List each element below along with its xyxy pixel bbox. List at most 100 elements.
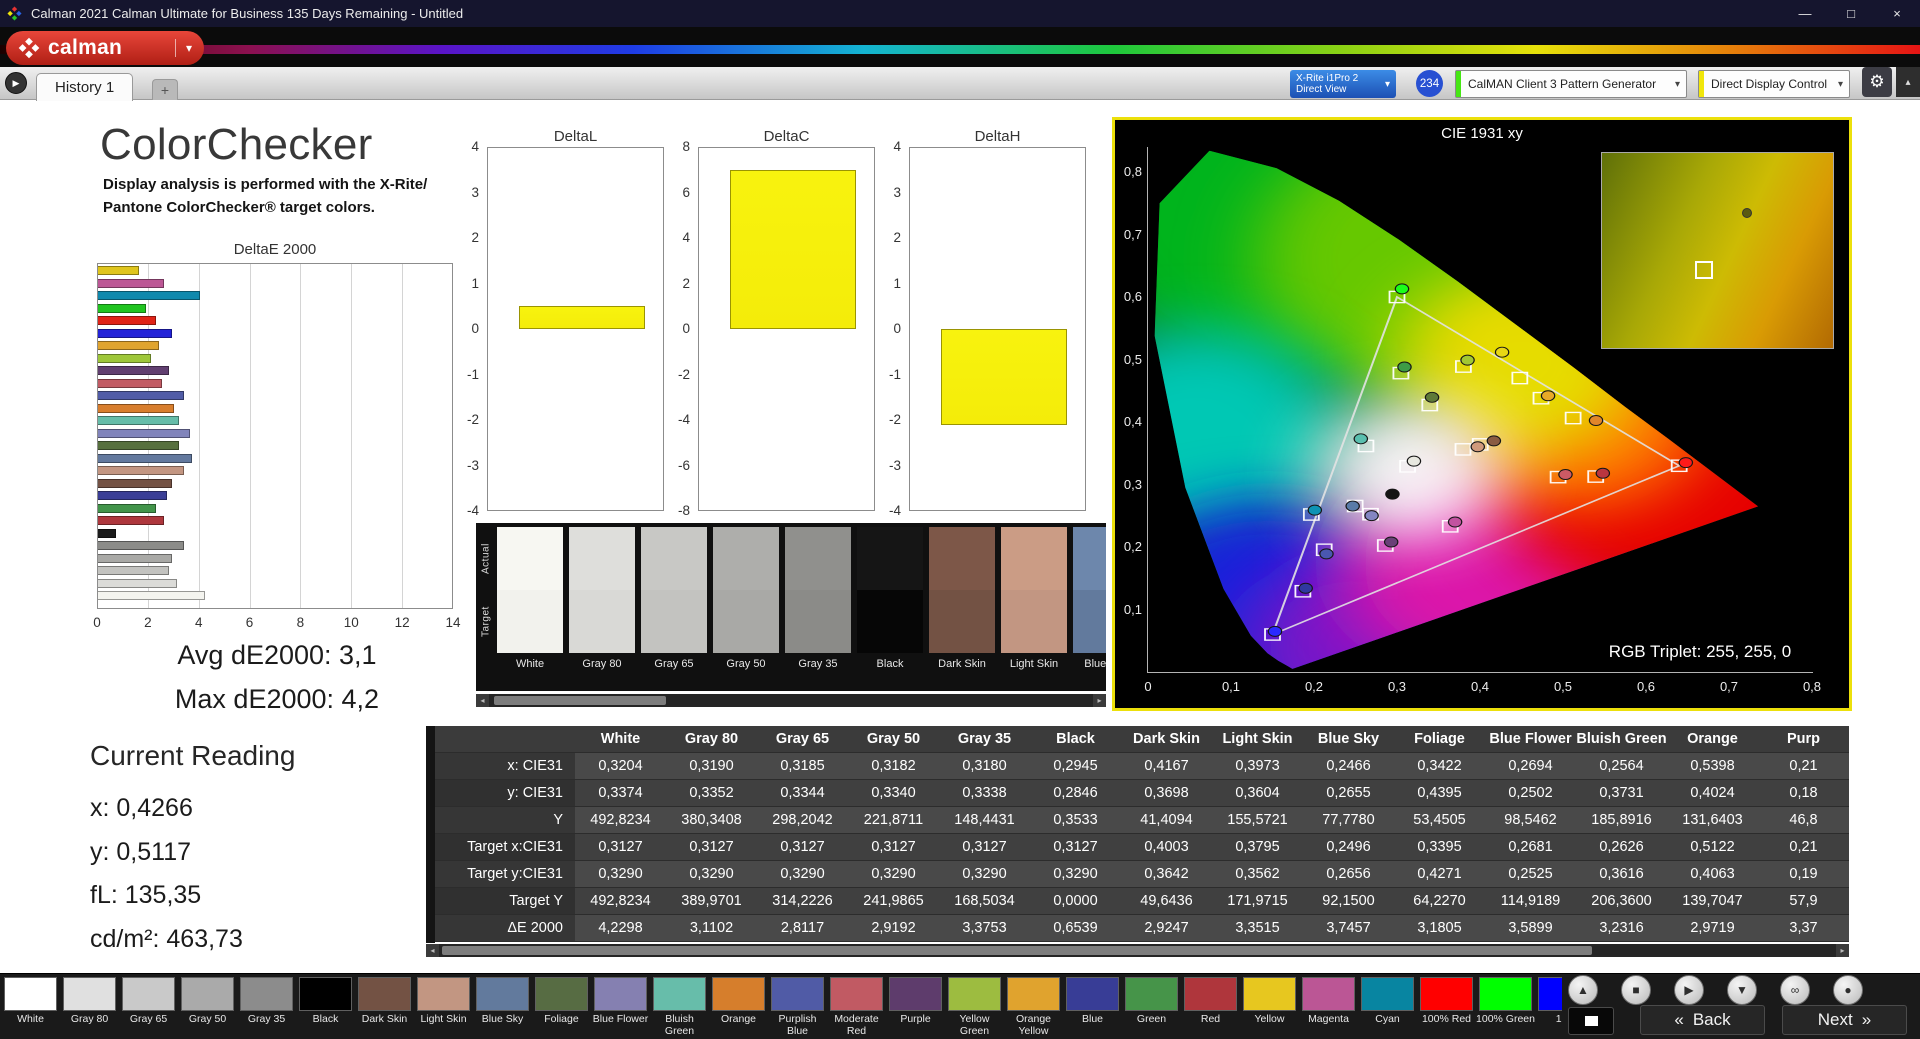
- measurement-table: White Gray 80 Gray 65 Gray 50 Gray 35 Black Da…: [435, 726, 1849, 942]
- add-tab-button[interactable]: +: [152, 79, 178, 100]
- pattern-swatch[interactable]: [1302, 977, 1355, 1011]
- pattern-swatch-label: Yellow: [1254, 1014, 1285, 1025]
- swatch-label: Blue Sky: [1084, 658, 1106, 670]
- table-cell: 64,2270: [1394, 888, 1485, 915]
- scroll-right-icon[interactable]: ▸: [1836, 944, 1849, 957]
- pattern-swatch[interactable]: [299, 977, 352, 1011]
- reading-fl: fL: 135,35: [90, 881, 202, 909]
- pattern-window-icon: [1584, 1016, 1598, 1026]
- pattern-swatch-label: Yellow Green: [959, 1014, 990, 1037]
- deltae-x-tick: 8: [296, 615, 305, 630]
- table-cell: 314,2226: [757, 888, 848, 915]
- pattern-swatch[interactable]: [1538, 977, 1562, 1011]
- table-cell: 0,3127: [1030, 834, 1121, 861]
- display-control-dropdown[interactable]: Direct Display Control ▾: [1698, 70, 1850, 98]
- history-panel-toggle[interactable]: ▶: [5, 72, 27, 94]
- collapse-button[interactable]: ▴: [1896, 67, 1920, 97]
- table-cell: 0,3180: [939, 753, 1030, 780]
- table-cell: 0,3290: [848, 861, 939, 888]
- swatch-label: White: [515, 658, 545, 670]
- pattern-window-button[interactable]: [1568, 1007, 1614, 1035]
- pattern-swatch[interactable]: [63, 977, 116, 1011]
- table-header-cell: Blue Flower: [1485, 726, 1576, 753]
- pattern-swatch[interactable]: [1243, 977, 1296, 1011]
- swatch-scrollbar[interactable]: ◂ ▸: [476, 694, 1106, 707]
- pattern-swatch[interactable]: [771, 977, 824, 1011]
- pattern-swatch[interactable]: [535, 977, 588, 1011]
- settings-button[interactable]: ⚙: [1862, 67, 1892, 97]
- table-row-label: Target Y: [435, 888, 575, 915]
- max-de2000: Max dE2000: 4,2: [174, 684, 380, 714]
- table-cell: 46,8: [1758, 807, 1849, 834]
- table-cell: 0,3182: [848, 753, 939, 780]
- table-cell: 380,3408: [666, 807, 757, 834]
- table-cell: 0,3204: [575, 753, 666, 780]
- table-cell: 0,3562: [1212, 861, 1303, 888]
- measured-marker: [1742, 208, 1752, 218]
- pattern-swatch[interactable]: [948, 977, 1001, 1011]
- pattern-swatch[interactable]: [830, 977, 883, 1011]
- meter-dropdown[interactable]: X-Rite i1Pro 2 Direct View ▾: [1290, 70, 1396, 98]
- pattern-swatch[interactable]: [1479, 977, 1532, 1011]
- pattern-swatch[interactable]: [594, 977, 647, 1011]
- pattern-swatch-label: Blue Flower: [592, 1014, 649, 1025]
- pattern-swatch-label: Purplish Blue: [778, 1014, 817, 1037]
- next-button[interactable]: Next »: [1782, 1005, 1907, 1035]
- table-cell: 77,7780: [1303, 807, 1394, 834]
- pattern-swatch[interactable]: [1125, 977, 1178, 1011]
- pattern-swatch[interactable]: [889, 977, 942, 1011]
- minimize-button[interactable]: —: [1782, 0, 1828, 27]
- pattern-swatch[interactable]: [1066, 977, 1119, 1011]
- deltah-y-tick: -2: [888, 412, 901, 427]
- scroll-left-icon[interactable]: ◂: [476, 694, 489, 707]
- scrollbar-thumb[interactable]: [442, 946, 1592, 955]
- pattern-swatch[interactable]: [240, 977, 293, 1011]
- pattern-swatch[interactable]: [1420, 977, 1473, 1011]
- pattern-generator-dropdown[interactable]: CalMAN Client 3 Pattern Generator ▾: [1455, 70, 1687, 98]
- pattern-swatch[interactable]: [4, 977, 57, 1011]
- pattern-swatch[interactable]: [181, 977, 234, 1011]
- pattern-swatch-label: Orange Yellow: [1015, 1014, 1052, 1037]
- close-button[interactable]: ×: [1874, 0, 1920, 27]
- pattern-swatch[interactable]: [358, 977, 411, 1011]
- table-cell: 0,3344: [757, 780, 848, 807]
- tab-history-1[interactable]: History 1: [36, 73, 134, 101]
- pattern-swatch[interactable]: [712, 977, 765, 1011]
- table-header-cell: Purp: [1758, 726, 1849, 753]
- deltal-y-tick: 4: [471, 139, 479, 154]
- window-title: Calman 2021 Calman Ultimate for Business…: [31, 6, 464, 21]
- pattern-swatch[interactable]: [653, 977, 706, 1011]
- table-scrollbar[interactable]: ◂ ▸: [426, 944, 1849, 957]
- reading-x: x: 0,4266: [90, 794, 193, 822]
- deltah-y-tick: 3: [893, 184, 901, 200]
- pattern-swatch[interactable]: [476, 977, 529, 1011]
- calman-logo-button[interactable]: calman ▾: [6, 31, 204, 65]
- pattern-swatch[interactable]: [122, 977, 175, 1011]
- table-cell: 0,3290: [575, 861, 666, 888]
- pattern-swatch[interactable]: [1361, 977, 1414, 1011]
- reading-cd: cd/m²: 463,73: [90, 925, 243, 953]
- deltal-y-tick: 3: [471, 184, 479, 200]
- table-cell: 0,3352: [666, 780, 757, 807]
- pattern-swatch-label: Red: [1200, 1014, 1221, 1025]
- scroll-right-icon[interactable]: ▸: [1093, 694, 1106, 707]
- page-subtitle-line1: Display analysis is performed with the X…: [103, 176, 428, 193]
- table-cell: 171,9715: [1212, 888, 1303, 915]
- deltah-y-tick: 0: [893, 321, 901, 336]
- avg-de2000: Avg dE2000: 3,1: [177, 640, 377, 670]
- pattern-swatch[interactable]: [1007, 977, 1060, 1011]
- scroll-left-icon[interactable]: ◂: [426, 944, 439, 957]
- deltae-x-tick: 2: [144, 615, 152, 630]
- chevrons-left-icon: «: [1674, 1010, 1684, 1029]
- back-button[interactable]: « Back: [1640, 1005, 1765, 1035]
- pattern-swatch-label: Gray 50: [188, 1014, 227, 1025]
- table-cell: 2,9192: [848, 915, 939, 942]
- calman-app: Calman 2021 Calman Ultimate for Business…: [0, 0, 1920, 1039]
- table-cell: 221,8711: [848, 807, 939, 834]
- pattern-swatch[interactable]: [1184, 977, 1237, 1011]
- table-cell: 0,3642: [1121, 861, 1212, 888]
- pattern-swatch[interactable]: [417, 977, 470, 1011]
- scrollbar-thumb[interactable]: [494, 696, 666, 705]
- deltah-y-tick: -1: [888, 366, 901, 382]
- maximize-button[interactable]: □: [1828, 0, 1874, 27]
